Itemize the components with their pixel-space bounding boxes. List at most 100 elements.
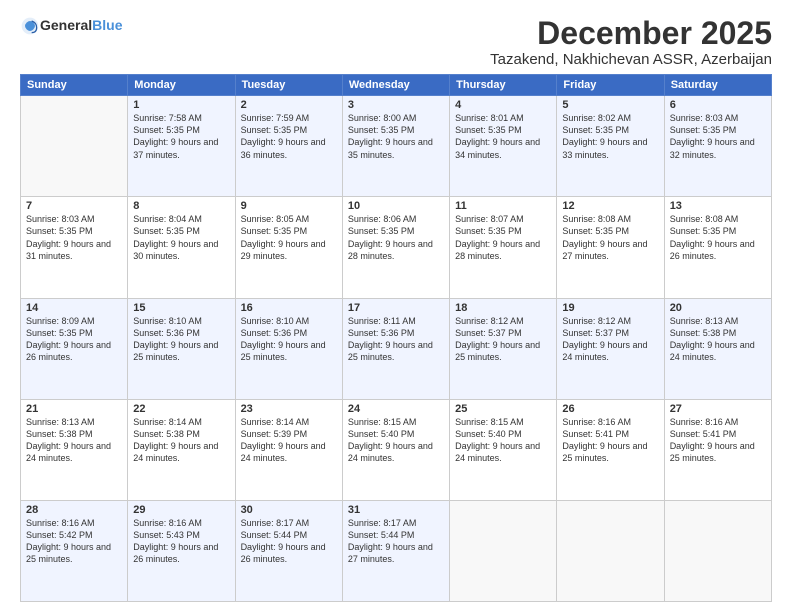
day-detail: Sunrise: 8:15 AM Sunset: 5:40 PM Dayligh… — [348, 416, 444, 465]
day-number: 14 — [26, 302, 122, 314]
calendar-cell: 14Sunrise: 8:09 AM Sunset: 5:35 PM Dayli… — [21, 298, 128, 399]
header-wednesday: Wednesday — [342, 75, 449, 96]
day-number: 30 — [241, 504, 337, 516]
day-detail: Sunrise: 8:08 AM Sunset: 5:35 PM Dayligh… — [670, 213, 766, 262]
calendar-week-4: 28Sunrise: 8:16 AM Sunset: 5:42 PM Dayli… — [21, 500, 772, 601]
day-number: 21 — [26, 403, 122, 415]
day-detail: Sunrise: 8:11 AM Sunset: 5:36 PM Dayligh… — [348, 315, 444, 364]
calendar-cell: 25Sunrise: 8:15 AM Sunset: 5:40 PM Dayli… — [450, 399, 557, 500]
day-detail: Sunrise: 8:05 AM Sunset: 5:35 PM Dayligh… — [241, 213, 337, 262]
day-detail: Sunrise: 8:16 AM Sunset: 5:43 PM Dayligh… — [133, 517, 229, 566]
calendar-cell: 24Sunrise: 8:15 AM Sunset: 5:40 PM Dayli… — [342, 399, 449, 500]
day-number: 18 — [455, 302, 551, 314]
calendar-cell: 7Sunrise: 8:03 AM Sunset: 5:35 PM Daylig… — [21, 197, 128, 298]
header-tuesday: Tuesday — [235, 75, 342, 96]
day-number: 22 — [133, 403, 229, 415]
day-detail: Sunrise: 8:03 AM Sunset: 5:35 PM Dayligh… — [670, 112, 766, 161]
calendar-cell: 21Sunrise: 8:13 AM Sunset: 5:38 PM Dayli… — [21, 399, 128, 500]
calendar-cell: 31Sunrise: 8:17 AM Sunset: 5:44 PM Dayli… — [342, 500, 449, 601]
calendar-cell — [21, 96, 128, 197]
calendar-page: GeneralBlue December 2025 Tazakend, Nakh… — [0, 0, 792, 612]
calendar-cell — [557, 500, 664, 601]
header-saturday: Saturday — [664, 75, 771, 96]
calendar-cell: 1Sunrise: 7:58 AM Sunset: 5:35 PM Daylig… — [128, 96, 235, 197]
header-monday: Monday — [128, 75, 235, 96]
calendar-cell: 6Sunrise: 8:03 AM Sunset: 5:35 PM Daylig… — [664, 96, 771, 197]
calendar-cell: 5Sunrise: 8:02 AM Sunset: 5:35 PM Daylig… — [557, 96, 664, 197]
logo-icon — [20, 16, 40, 36]
calendar-cell: 15Sunrise: 8:10 AM Sunset: 5:36 PM Dayli… — [128, 298, 235, 399]
day-number: 23 — [241, 403, 337, 415]
day-number: 28 — [26, 504, 122, 516]
day-number: 6 — [670, 99, 766, 111]
day-number: 12 — [562, 200, 658, 212]
calendar-week-2: 14Sunrise: 8:09 AM Sunset: 5:35 PM Dayli… — [21, 298, 772, 399]
day-detail: Sunrise: 8:16 AM Sunset: 5:41 PM Dayligh… — [670, 416, 766, 465]
day-detail: Sunrise: 8:14 AM Sunset: 5:39 PM Dayligh… — [241, 416, 337, 465]
day-detail: Sunrise: 8:10 AM Sunset: 5:36 PM Dayligh… — [241, 315, 337, 364]
day-number: 16 — [241, 302, 337, 314]
calendar-cell: 12Sunrise: 8:08 AM Sunset: 5:35 PM Dayli… — [557, 197, 664, 298]
calendar-week-1: 7Sunrise: 8:03 AM Sunset: 5:35 PM Daylig… — [21, 197, 772, 298]
calendar-cell: 10Sunrise: 8:06 AM Sunset: 5:35 PM Dayli… — [342, 197, 449, 298]
day-detail: Sunrise: 8:04 AM Sunset: 5:35 PM Dayligh… — [133, 213, 229, 262]
day-number: 29 — [133, 504, 229, 516]
day-detail: Sunrise: 8:12 AM Sunset: 5:37 PM Dayligh… — [562, 315, 658, 364]
day-detail: Sunrise: 8:12 AM Sunset: 5:37 PM Dayligh… — [455, 315, 551, 364]
calendar-cell: 8Sunrise: 8:04 AM Sunset: 5:35 PM Daylig… — [128, 197, 235, 298]
calendar-cell: 17Sunrise: 8:11 AM Sunset: 5:36 PM Dayli… — [342, 298, 449, 399]
calendar-cell: 19Sunrise: 8:12 AM Sunset: 5:37 PM Dayli… — [557, 298, 664, 399]
day-detail: Sunrise: 8:08 AM Sunset: 5:35 PM Dayligh… — [562, 213, 658, 262]
logo-blue: Blue — [92, 17, 122, 33]
day-number: 8 — [133, 200, 229, 212]
calendar-cell: 27Sunrise: 8:16 AM Sunset: 5:41 PM Dayli… — [664, 399, 771, 500]
day-detail: Sunrise: 8:17 AM Sunset: 5:44 PM Dayligh… — [241, 517, 337, 566]
day-detail: Sunrise: 8:06 AM Sunset: 5:35 PM Dayligh… — [348, 213, 444, 262]
calendar-cell: 3Sunrise: 8:00 AM Sunset: 5:35 PM Daylig… — [342, 96, 449, 197]
calendar-cell: 16Sunrise: 8:10 AM Sunset: 5:36 PM Dayli… — [235, 298, 342, 399]
day-number: 31 — [348, 504, 444, 516]
day-number: 4 — [455, 99, 551, 111]
weekday-header-row: Sunday Monday Tuesday Wednesday Thursday… — [21, 75, 772, 96]
main-title: December 2025 — [490, 16, 772, 51]
calendar-week-0: 1Sunrise: 7:58 AM Sunset: 5:35 PM Daylig… — [21, 96, 772, 197]
calendar-cell: 22Sunrise: 8:14 AM Sunset: 5:38 PM Dayli… — [128, 399, 235, 500]
calendar-cell: 13Sunrise: 8:08 AM Sunset: 5:35 PM Dayli… — [664, 197, 771, 298]
logo: GeneralBlue — [20, 16, 122, 36]
calendar-cell: 9Sunrise: 8:05 AM Sunset: 5:35 PM Daylig… — [235, 197, 342, 298]
day-number: 20 — [670, 302, 766, 314]
day-detail: Sunrise: 8:02 AM Sunset: 5:35 PM Dayligh… — [562, 112, 658, 161]
day-number: 2 — [241, 99, 337, 111]
calendar-week-3: 21Sunrise: 8:13 AM Sunset: 5:38 PM Dayli… — [21, 399, 772, 500]
day-detail: Sunrise: 8:16 AM Sunset: 5:42 PM Dayligh… — [26, 517, 122, 566]
day-number: 24 — [348, 403, 444, 415]
day-detail: Sunrise: 8:17 AM Sunset: 5:44 PM Dayligh… — [348, 517, 444, 566]
day-number: 25 — [455, 403, 551, 415]
logo-general: General — [40, 17, 92, 33]
day-detail: Sunrise: 8:00 AM Sunset: 5:35 PM Dayligh… — [348, 112, 444, 161]
header-sunday: Sunday — [21, 75, 128, 96]
day-number: 10 — [348, 200, 444, 212]
day-number: 5 — [562, 99, 658, 111]
day-number: 26 — [562, 403, 658, 415]
day-number: 19 — [562, 302, 658, 314]
calendar-cell — [450, 500, 557, 601]
day-detail: Sunrise: 8:13 AM Sunset: 5:38 PM Dayligh… — [26, 416, 122, 465]
calendar-cell: 29Sunrise: 8:16 AM Sunset: 5:43 PM Dayli… — [128, 500, 235, 601]
day-number: 3 — [348, 99, 444, 111]
day-detail: Sunrise: 8:16 AM Sunset: 5:41 PM Dayligh… — [562, 416, 658, 465]
day-detail: Sunrise: 8:01 AM Sunset: 5:35 PM Dayligh… — [455, 112, 551, 161]
day-number: 9 — [241, 200, 337, 212]
day-detail: Sunrise: 8:15 AM Sunset: 5:40 PM Dayligh… — [455, 416, 551, 465]
day-detail: Sunrise: 8:09 AM Sunset: 5:35 PM Dayligh… — [26, 315, 122, 364]
header-friday: Friday — [557, 75, 664, 96]
day-detail: Sunrise: 7:59 AM Sunset: 5:35 PM Dayligh… — [241, 112, 337, 161]
calendar-header: Sunday Monday Tuesday Wednesday Thursday… — [21, 75, 772, 96]
day-number: 27 — [670, 403, 766, 415]
day-detail: Sunrise: 8:07 AM Sunset: 5:35 PM Dayligh… — [455, 213, 551, 262]
header: GeneralBlue December 2025 Tazakend, Nakh… — [20, 16, 772, 68]
calendar-cell: 30Sunrise: 8:17 AM Sunset: 5:44 PM Dayli… — [235, 500, 342, 601]
day-number: 7 — [26, 200, 122, 212]
calendar-cell: 23Sunrise: 8:14 AM Sunset: 5:39 PM Dayli… — [235, 399, 342, 500]
day-number: 17 — [348, 302, 444, 314]
